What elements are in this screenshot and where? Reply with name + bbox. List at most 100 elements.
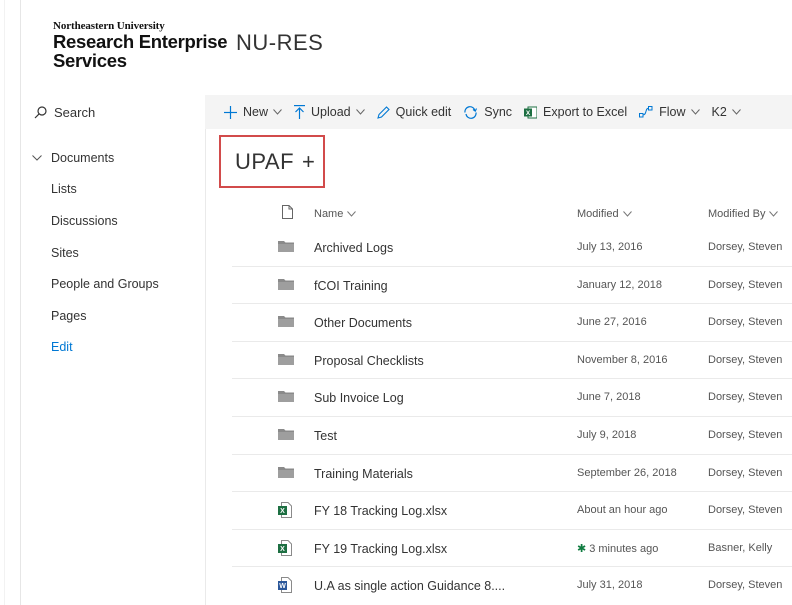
name-column-label: Name <box>314 208 344 220</box>
quick-edit-button[interactable]: Quick edit <box>376 105 451 119</box>
item-modified: About an hour ago <box>577 504 668 517</box>
nav-item-sites[interactable]: Sites <box>51 246 79 260</box>
item-modified-by[interactable]: Dorsey, Steven <box>708 316 782 328</box>
item-modified-by[interactable]: Dorsey, Steven <box>708 504 782 516</box>
sync-label: Sync <box>484 105 513 119</box>
plus-icon <box>224 105 237 119</box>
list-item[interactable]: X FY 19 Tracking Log.xlsx ✱ 3 minutes ago… <box>232 530 792 568</box>
item-modified: July 31, 2018 <box>577 579 643 592</box>
nav-item-label: Documents <box>51 151 115 165</box>
folder-icon <box>278 352 294 369</box>
search-icon <box>34 105 47 118</box>
command-bar: New Upload Quick edit Sync X Export to E… <box>205 95 792 129</box>
chevron-down-icon <box>622 211 632 217</box>
item-modified: September 26, 2018 <box>577 466 677 479</box>
new-button[interactable]: New <box>224 105 282 119</box>
nav-divider <box>205 129 206 605</box>
item-name-link[interactable]: Archived Logs <box>314 241 393 255</box>
logo-line-research: Research Enterprise <box>53 31 228 52</box>
item-name-link[interactable]: U.A as single action Guidance 8.... <box>314 579 505 593</box>
chevron-down-icon[interactable] <box>32 155 42 161</box>
modified-column-label: Modified <box>577 208 619 220</box>
list-item[interactable]: Other Documents June 27, 2016 Dorsey, St… <box>232 304 792 342</box>
item-name-link[interactable]: Training Materials <box>314 467 413 481</box>
item-name-link[interactable]: FY 19 Tracking Log.xlsx <box>314 542 447 556</box>
sync-button[interactable]: Sync <box>463 105 512 119</box>
item-modified: July 9, 2018 <box>577 429 637 441</box>
item-modified-by[interactable]: Dorsey, Steven <box>708 579 782 591</box>
item-name-link[interactable]: FY 18 Tracking Log.xlsx <box>314 504 447 518</box>
nav-item-documents[interactable]: Documents <box>32 151 114 165</box>
nav-edit-link[interactable]: Edit <box>51 340 73 354</box>
nav-item-discussions[interactable]: Discussions <box>51 214 118 228</box>
new-item-marker: ✱ <box>577 542 587 555</box>
item-modified: November 8, 2016 <box>577 353 668 366</box>
chevron-down-icon <box>690 109 700 115</box>
name-column-header[interactable]: Name <box>314 208 357 220</box>
flow-button[interactable]: Flow <box>639 105 700 119</box>
list-item[interactable]: fCOI Training January 12, 2018 Dorsey, S… <box>232 267 792 305</box>
item-modified: June 27, 2016 <box>577 316 647 329</box>
item-modified-by[interactable]: Dorsey, Steven <box>708 241 782 253</box>
site-title[interactable]: NU-RES <box>236 30 323 56</box>
item-name-link[interactable]: Sub Invoice Log <box>314 391 404 405</box>
chevron-down-icon <box>731 109 741 115</box>
file-type-column-header[interactable] <box>278 205 293 219</box>
nav-item-people-and-groups[interactable]: People and Groups <box>51 277 159 291</box>
chevron-down-icon <box>355 109 365 115</box>
flow-label: Flow <box>659 105 686 119</box>
chevron-down-icon <box>769 211 779 217</box>
svg-text:W: W <box>279 584 286 591</box>
modified-by-column-label: Modified By <box>708 208 766 220</box>
item-modified: ✱ 3 minutes ago <box>577 542 658 555</box>
add-library-button[interactable]: + <box>302 149 315 175</box>
pencil-icon <box>376 105 390 119</box>
list-item[interactable]: Test July 9, 2018 Dorsey, Steven <box>232 417 792 455</box>
logo-line-services: Services <box>53 50 127 71</box>
folder-icon <box>278 277 294 294</box>
excel-file-icon: X <box>278 539 292 559</box>
list-item[interactable]: Archived Logs July 13, 2016 Dorsey, Stev… <box>232 229 792 267</box>
item-modified-by[interactable]: Dorsey, Steven <box>708 467 782 479</box>
list-item[interactable]: W U.A as single action Guidance 8.... Ju… <box>232 567 792 605</box>
list-item[interactable]: Sub Invoice Log June 7, 2018 Dorsey, Ste… <box>232 379 792 417</box>
item-modified-by[interactable]: Basner, Kelly <box>708 542 772 554</box>
list-item[interactable]: Training Materials September 26, 2018 Do… <box>232 455 792 493</box>
item-name-link[interactable]: Other Documents <box>314 316 412 330</box>
upload-label: Upload <box>311 105 351 119</box>
chevron-down-icon <box>273 109 282 115</box>
list-item[interactable]: X FY 18 Tracking Log.xlsx About an hour … <box>232 492 792 530</box>
upload-button[interactable]: Upload <box>294 105 365 119</box>
modified-column-header[interactable]: Modified <box>577 208 632 220</box>
new-label: New <box>243 105 269 119</box>
svg-text:X: X <box>280 508 285 515</box>
folder-icon <box>278 239 294 256</box>
document-icon <box>282 205 293 219</box>
list-item[interactable]: Proposal Checklists November 8, 2016 Dor… <box>232 342 792 380</box>
library-title[interactable]: UPAF <box>235 149 294 175</box>
nav-item-pages[interactable]: Pages <box>51 309 86 323</box>
site-logo[interactable]: Northeastern University Research Enterpr… <box>53 20 228 71</box>
list-column-headers: Name Modified Modified By <box>232 199 792 229</box>
item-modified: July 13, 2016 <box>577 241 643 253</box>
flow-icon <box>639 106 653 118</box>
item-name-link[interactable]: fCOI Training <box>314 279 388 293</box>
nav-item-lists[interactable]: Lists <box>51 182 77 196</box>
export-excel-button[interactable]: X Export to Excel <box>524 105 627 119</box>
k2-label: K2 <box>711 105 727 119</box>
item-name-link[interactable]: Test <box>314 429 337 443</box>
item-modified-by[interactable]: Dorsey, Steven <box>708 391 782 403</box>
k2-button[interactable]: K2 <box>712 105 741 119</box>
export-excel-label: Export to Excel <box>543 105 628 119</box>
item-modified-by[interactable]: Dorsey, Steven <box>708 279 782 291</box>
folder-icon <box>278 427 294 444</box>
item-name-link[interactable]: Proposal Checklists <box>314 354 424 368</box>
folder-icon <box>278 314 294 331</box>
left-navigation: Documents Lists Discussions Sites People… <box>20 129 205 605</box>
item-modified-by[interactable]: Dorsey, Steven <box>708 429 782 441</box>
search-box[interactable]: Search <box>20 95 205 129</box>
excel-icon: X <box>524 106 538 118</box>
sync-icon <box>464 105 478 119</box>
modified-by-column-header[interactable]: Modified By <box>708 208 779 220</box>
item-modified-by[interactable]: Dorsey, Steven <box>708 354 782 366</box>
